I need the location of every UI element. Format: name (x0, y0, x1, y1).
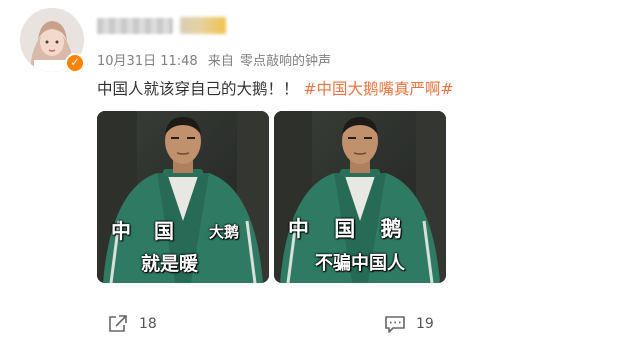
image-caption-main: 不骗中国人 (315, 253, 405, 274)
author-avatar[interactable]: ✓ (20, 8, 85, 73)
post-meta: 10月31日 11:48 来自 零点敲响的钟声 (97, 50, 337, 69)
comment-count: 19 (416, 316, 434, 332)
post-timestamp[interactable]: 10月31日 11:48 (97, 54, 198, 69)
image-caption-main: 就是暖 (141, 253, 199, 275)
post-body: 中国人就该穿自己的大鹅！！ (97, 80, 299, 98)
post-image-2[interactable]: 中 国 鹅 不骗中国人 (274, 111, 446, 283)
source-name[interactable]: 零点敲响的钟声 (240, 54, 331, 69)
source-prefix: 来自 (207, 54, 234, 69)
comment-icon (385, 316, 405, 333)
repost-button[interactable]: 18 (107, 314, 157, 334)
post-text: 中国人就该穿自己的大鹅！！ #中国大鹅嘴真严啊# (97, 77, 453, 99)
comment-button[interactable]: 19 (384, 314, 434, 334)
image-caption-small: 大鹅 (209, 223, 240, 241)
repost-count: 18 (139, 316, 157, 332)
repost-icon (109, 315, 127, 332)
post-image-1[interactable]: 中 国 大鹅 就是暖 (97, 111, 269, 283)
member-badge-redacted (180, 17, 226, 34)
author-name-redacted[interactable] (97, 18, 173, 34)
jacket-text: 中 国 (111, 219, 182, 243)
verified-icon: ✓ (65, 53, 85, 73)
hashtag-link[interactable]: #中国大鹅嘴真严啊# (303, 80, 453, 98)
jacket-text: 中 国 鹅 (288, 217, 411, 241)
